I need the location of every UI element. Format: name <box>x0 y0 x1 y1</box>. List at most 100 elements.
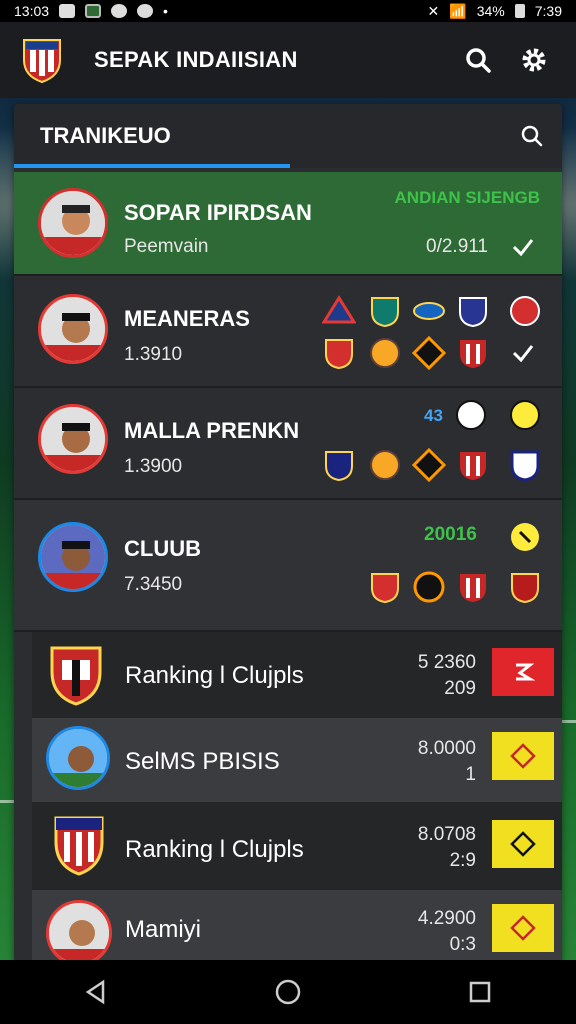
club-points: 8.0708 <box>417 824 476 845</box>
tag-icon <box>516 663 536 681</box>
app-notification-icon <box>85 4 102 18</box>
player-avatar <box>46 900 112 964</box>
club-badge-icon <box>510 450 540 482</box>
club-badge-icon <box>511 523 539 551</box>
club-badge-icon <box>413 571 445 603</box>
club-badge-icon <box>371 297 399 328</box>
check-icon <box>512 345 534 363</box>
club-row[interactable]: Ranking l Clujpls 8.0708 2:9 <box>32 802 562 890</box>
club-action-button[interactable] <box>492 904 554 952</box>
panel-search-icon[interactable] <box>520 124 544 148</box>
player-avatar <box>38 522 108 592</box>
club-badge-icon <box>510 296 540 326</box>
chat-icon <box>137 4 154 18</box>
player-name: SOPAR IPIRDSAN <box>124 200 312 225</box>
club-badge-icon <box>460 340 486 368</box>
club-crest-icon <box>54 816 104 876</box>
player-avatar <box>46 726 110 790</box>
club-name: Mamiyi <box>125 916 201 943</box>
player-value: 1.3900 <box>124 456 183 477</box>
club-badge-icon <box>511 573 539 604</box>
tag-icon <box>510 915 536 941</box>
club-badge-icon <box>322 295 356 324</box>
settings-button[interactable] <box>514 40 554 80</box>
player-avatar <box>38 294 108 364</box>
club-rank: 1 <box>465 764 476 785</box>
search-button[interactable] <box>458 40 498 80</box>
club-badge-icon <box>510 400 540 430</box>
club-rank: 209 <box>444 678 476 699</box>
club-badge-icon <box>371 573 399 604</box>
club-points: 8.0000 <box>417 738 476 759</box>
club-action-button[interactable] <box>492 732 554 780</box>
battery-percent: 34% <box>476 3 505 19</box>
notification-icon <box>59 4 76 18</box>
tag-icon <box>510 831 536 857</box>
status-bar: 13:03 • ✕ 📶 34% 7:39 <box>0 0 576 22</box>
tab-indicator <box>14 164 290 168</box>
club-badge-icon <box>460 452 486 480</box>
mute-icon: ✕ <box>427 2 440 19</box>
player-name: MEANERAS <box>124 306 250 331</box>
tag-icon <box>510 743 536 769</box>
player-avatar <box>38 404 108 474</box>
dot-icon: • <box>163 3 168 19</box>
club-crest-logo <box>23 39 61 84</box>
player-tag: 20016 <box>424 524 477 545</box>
pitch-line <box>562 720 576 723</box>
club-name: SelMS PBISIS <box>125 748 280 775</box>
club-badge-icon <box>459 297 487 328</box>
status-time-left: 13:03 <box>14 3 50 19</box>
club-badge-icon <box>412 336 446 370</box>
club-row[interactable]: Mamiyi 4.2900 0:3 <box>32 890 562 964</box>
club-badge-icon <box>370 450 400 480</box>
club-row[interactable]: SelMS PBISIS 8.0000 1 <box>32 718 562 802</box>
player-value: 0/2.911 <box>426 236 488 257</box>
back-icon <box>85 979 105 1005</box>
club-badge-icon <box>413 302 445 320</box>
club-badge-icon <box>370 338 400 368</box>
player-tag: 43 <box>424 406 443 425</box>
club-action-button[interactable] <box>492 648 554 696</box>
player-value: 7.3450 <box>124 574 183 595</box>
club-badge-icon <box>456 400 486 430</box>
panel-title: TRANIKEUO <box>40 123 171 148</box>
player-name: CLUUB <box>124 536 201 561</box>
home-button[interactable] <box>258 962 318 1022</box>
panel-header: TRANIKEUO <box>14 104 562 168</box>
ranking-panel: TRANIKEUO SOPAR IPIRDSAN Peemvain ANDIAN… <box>14 104 562 964</box>
club-points: 4.2900 <box>417 908 476 929</box>
home-icon <box>275 979 301 1005</box>
player-row[interactable]: SOPAR IPIRDSAN Peemvain ANDIAN SIJENGB 0… <box>14 172 562 276</box>
player-league: ANDIAN SIJENGB <box>394 188 540 207</box>
system-nav-bar <box>0 960 576 1024</box>
club-rank: 0:3 <box>449 934 476 955</box>
club-badge-icon <box>325 451 353 482</box>
club-row[interactable]: Ranking l Clujpls 5 2360 209 <box>32 632 562 718</box>
app-header: SEPAK INDAIISIAN <box>0 22 576 98</box>
club-badge-icon <box>325 339 353 370</box>
pitch-line <box>0 800 14 803</box>
recents-button[interactable] <box>450 962 510 1022</box>
player-avatar <box>38 188 108 258</box>
gear-icon <box>522 48 546 72</box>
club-badge-icon <box>412 448 446 482</box>
club-points: 5 2360 <box>417 652 476 673</box>
back-button[interactable] <box>66 962 126 1022</box>
status-right: ✕ 📶 34% 7:39 <box>428 3 562 20</box>
club-action-button[interactable] <box>492 820 554 868</box>
player-position: Peemvain <box>124 236 209 257</box>
club-name: Ranking l Clujpls <box>125 662 304 689</box>
player-value: 1.3910 <box>124 344 183 365</box>
player-row[interactable]: MALLA PRENKN 1.3900 43 <box>14 388 562 500</box>
check-icon <box>512 239 534 257</box>
message-icon <box>111 4 128 18</box>
player-row[interactable]: CLUUB 7.3450 20016 <box>14 500 562 632</box>
status-left: 13:03 • <box>14 3 168 19</box>
status-time-right: 7:39 <box>534 3 562 19</box>
search-icon <box>466 48 491 73</box>
player-row[interactable]: MEANERAS 1.3910 <box>14 276 562 388</box>
battery-icon <box>514 4 525 18</box>
club-crest-icon <box>50 646 102 706</box>
recents-icon <box>469 981 491 1003</box>
